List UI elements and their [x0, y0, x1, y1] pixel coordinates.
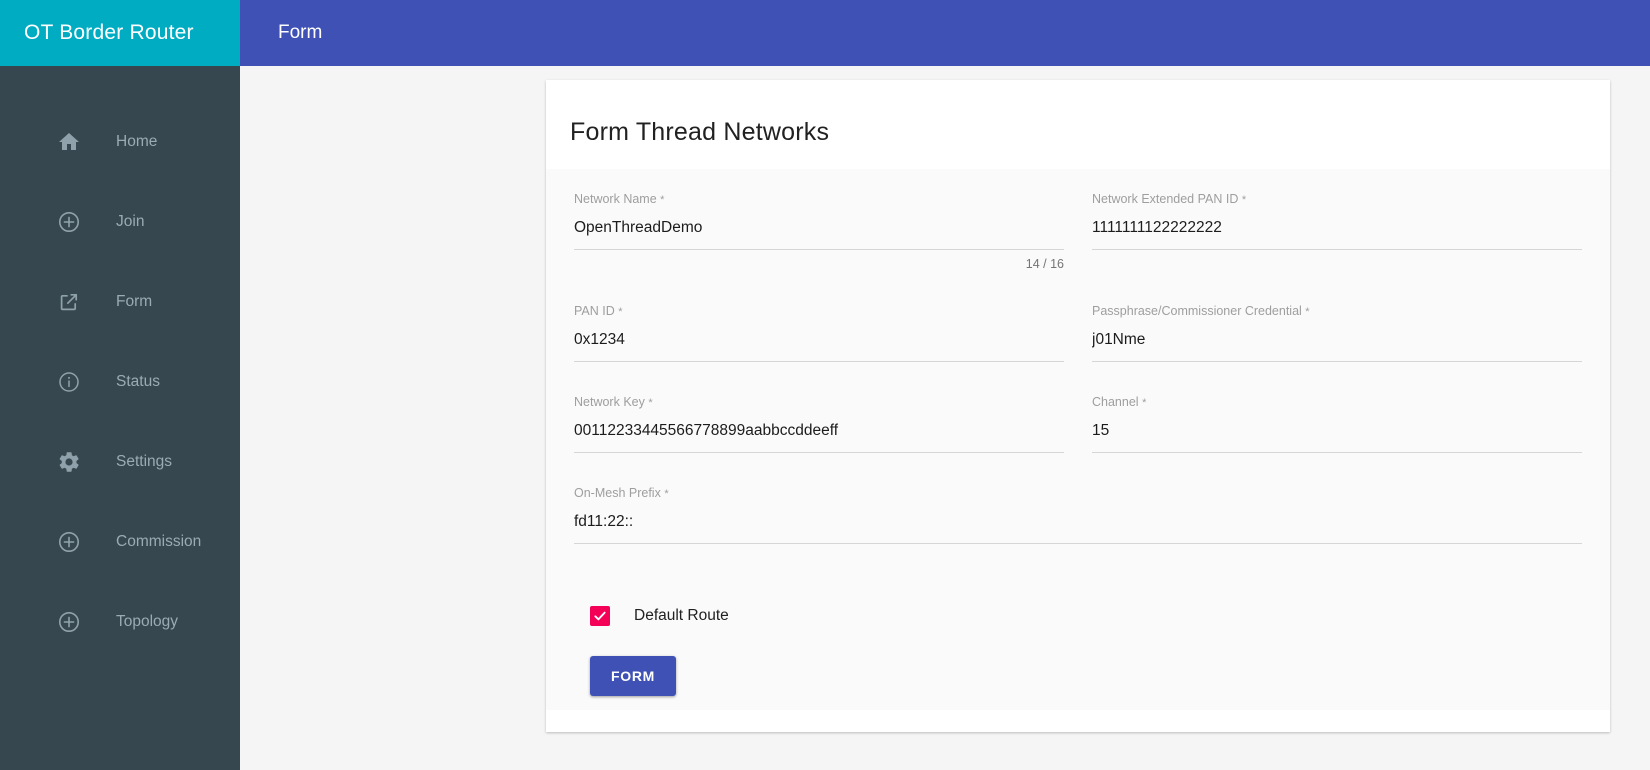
sidebar-item-label: Status: [116, 373, 160, 390]
plus-circle-icon: [56, 209, 82, 235]
pan-id-input[interactable]: [574, 328, 1064, 362]
home-icon: [56, 129, 82, 155]
gear-icon: [56, 449, 82, 475]
submit-row: FORM: [574, 626, 1582, 702]
sidebar-item-form[interactable]: Form: [0, 262, 240, 342]
field-label-text: Passphrase/Commissioner Credential: [1092, 304, 1302, 318]
field-label-text: On-Mesh Prefix: [574, 486, 661, 500]
required-marker: *: [1305, 306, 1310, 318]
field-ext-pan-id: Network Extended PAN ID *: [1092, 191, 1582, 303]
plus-circle-icon: [56, 529, 82, 555]
network-key-input[interactable]: [574, 419, 1064, 453]
network-name-input[interactable]: [574, 216, 1064, 250]
page-title: Form: [278, 22, 323, 43]
field-label: Network Name *: [574, 191, 1064, 208]
check-icon: [594, 611, 606, 621]
required-marker: *: [1241, 194, 1247, 206]
field-label-text: Network Extended PAN ID: [1092, 192, 1239, 206]
field-label-text: Network Name: [574, 192, 657, 206]
form-row: PAN ID * Passphrase/Commissioner Credent…: [574, 303, 1582, 394]
sidebar-item-label: Topology: [116, 613, 179, 630]
app-bar: Form: [240, 0, 1650, 66]
field-label: Channel *: [1092, 394, 1582, 411]
sidebar-item-topology[interactable]: Topology: [0, 582, 240, 662]
form-card: Form Thread Networks Network Name * 14 /…: [546, 80, 1610, 732]
info-circle-icon: [56, 369, 82, 395]
card-title: Form Thread Networks: [570, 118, 830, 146]
sidebar-item-home[interactable]: Home: [0, 102, 240, 182]
required-marker: *: [664, 488, 669, 500]
main-content: Form Thread Networks Network Name * 14 /…: [240, 66, 1650, 770]
sidebar-item-settings[interactable]: Settings: [0, 422, 240, 502]
brand-title: OT Border Router: [24, 21, 194, 44]
field-channel: Channel *: [1092, 394, 1582, 485]
network-name-counter: 14 / 16: [1025, 257, 1064, 271]
form-fields-area: Network Name * 14 / 16 Network Extended …: [546, 169, 1610, 710]
field-label: Passphrase/Commissioner Credential *: [1092, 303, 1582, 320]
field-network-name: Network Name * 14 / 16: [574, 191, 1064, 303]
form-row: Network Key * Channel *: [574, 394, 1582, 485]
field-label-text: Channel: [1092, 395, 1139, 409]
required-marker: *: [648, 397, 653, 409]
app-root: OT Border Router Form Home Join Form Sta…: [0, 0, 1650, 770]
sidebar-item-commission[interactable]: Commission: [0, 502, 240, 582]
required-marker: *: [660, 194, 665, 206]
open-in-new-icon: [56, 289, 82, 315]
required-marker: *: [1142, 397, 1147, 409]
field-network-key: Network Key *: [574, 394, 1064, 485]
field-label: Network Key *: [574, 394, 1064, 411]
field-passphrase: Passphrase/Commissioner Credential *: [1092, 303, 1582, 394]
brand-logo[interactable]: OT Border Router: [0, 0, 240, 66]
field-pan-id: PAN ID *: [574, 303, 1064, 394]
ext-pan-id-input[interactable]: [1092, 216, 1582, 250]
sidebar: Home Join Form Status Settings Commissio…: [0, 66, 240, 770]
default-route-label: Default Route: [634, 607, 729, 624]
passphrase-input[interactable]: [1092, 328, 1582, 362]
channel-input[interactable]: [1092, 419, 1582, 453]
sidebar-item-status[interactable]: Status: [0, 342, 240, 422]
sidebar-item-label: Commission: [116, 533, 202, 550]
sidebar-item-label: Home: [116, 133, 158, 150]
default-route-checkbox[interactable]: [590, 606, 610, 626]
sidebar-item-label: Join: [116, 213, 145, 230]
sidebar-item-label: Form: [116, 293, 153, 310]
on-mesh-prefix-input[interactable]: [574, 510, 1582, 544]
top-bar: OT Border Router Form: [0, 0, 1650, 66]
default-route-row: Default Route: [574, 576, 1582, 626]
field-on-mesh-prefix: On-Mesh Prefix *: [574, 485, 1582, 576]
sidebar-item-label: Settings: [116, 453, 173, 470]
field-label: PAN ID *: [574, 303, 1064, 320]
required-marker: *: [618, 306, 623, 318]
field-label: Network Extended PAN ID *: [1092, 191, 1582, 208]
field-label: On-Mesh Prefix *: [574, 485, 1582, 502]
field-label-text: Network Key: [574, 395, 645, 409]
plus-circle-icon: [56, 609, 82, 635]
form-row: Network Name * 14 / 16 Network Extended …: [574, 191, 1582, 303]
sidebar-item-join[interactable]: Join: [0, 182, 240, 262]
form-row: On-Mesh Prefix *: [574, 485, 1582, 576]
form-submit-button[interactable]: FORM: [590, 656, 677, 696]
field-label-text: PAN ID: [574, 304, 615, 318]
